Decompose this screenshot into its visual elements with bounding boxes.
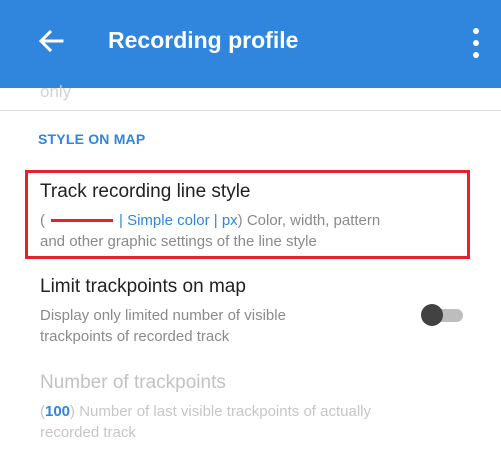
- pref-summary: Display only limited number of visible: [40, 307, 286, 324]
- pref-summary: (100) Number of last visible trackpoints…: [40, 401, 371, 422]
- toggle-thumb: [421, 304, 443, 326]
- cutoff-summary-text: only: [40, 82, 72, 101]
- page-title: Recording profile: [108, 27, 299, 53]
- highlight-box: [25, 170, 470, 259]
- pref-title: Limit trackpoints on map: [40, 276, 246, 297]
- pref-number-trackpoints: Number of trackpoints (100) Number of la…: [0, 365, 501, 456]
- arrow-left-icon[interactable]: [36, 26, 66, 56]
- app-bar: Recording profile: [0, 0, 501, 88]
- limit-trackpoints-toggle[interactable]: [421, 302, 465, 328]
- pref-summary-line2: recorded track: [40, 424, 136, 441]
- section-header-style-on-map: STYLE ON MAP: [38, 131, 146, 147]
- more-vertical-icon[interactable]: [470, 27, 482, 59]
- summary-text: ) Number of last visible trackpoints of …: [70, 403, 371, 420]
- divider: [0, 110, 501, 111]
- trackpoints-value: 100: [45, 403, 71, 420]
- pref-title: Number of trackpoints: [40, 372, 226, 393]
- pref-summary-line2: trackpoints of recorded track: [40, 328, 230, 345]
